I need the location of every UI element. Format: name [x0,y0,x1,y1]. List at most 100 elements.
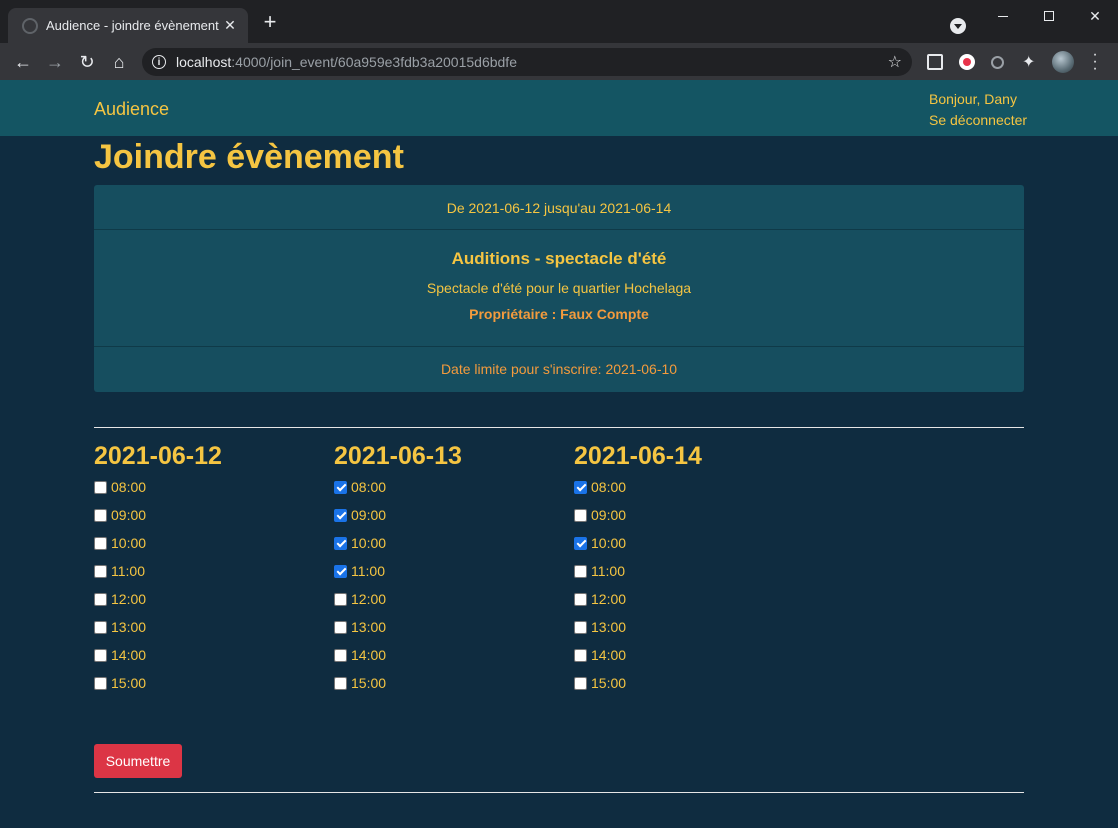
time-slot-label: 09:00 [351,507,387,523]
time-slot[interactable]: 14:00 [94,645,146,665]
time-slot-checkbox[interactable] [94,536,107,550]
time-slot[interactable]: 08:00 [94,477,146,497]
time-slot[interactable]: 13:00 [94,617,146,637]
time-slot[interactable]: 11:00 [334,561,385,581]
time-slot-checkbox-checked[interactable] [334,536,347,550]
time-slot[interactable]: 11:00 [94,561,145,581]
time-slot-checkbox[interactable] [94,648,107,662]
new-tab-button[interactable]: + [258,11,282,33]
time-slot[interactable]: 15:00 [94,673,146,693]
divider [94,427,1024,428]
time-slot[interactable]: 08:00 [574,477,626,497]
time-slot-checkbox-checked[interactable] [334,508,347,522]
event-card: De 2021-06-12 jusqu'au 2021-06-14 Auditi… [94,185,1024,392]
time-slot-checkbox-checked[interactable] [334,564,347,578]
submit-button[interactable]: Soumettre [94,744,182,778]
browser-tab[interactable]: Audience - joindre évènement ✕ [8,8,248,43]
logout-link[interactable]: Se déconnecter [929,110,1027,131]
time-slot[interactable]: 14:00 [574,645,626,665]
time-slot[interactable]: 12:00 [574,589,626,609]
time-slot-label: 10:00 [351,535,387,551]
time-slot-checkbox-checked[interactable] [574,536,587,550]
browser-menu-icon[interactable]: · · · [1090,47,1100,77]
time-slot-checkbox[interactable] [574,620,587,634]
time-slot-checkbox[interactable] [334,592,347,606]
time-slot-checkbox[interactable] [574,676,587,690]
record-extension-icon[interactable] [959,54,975,70]
time-slot-checkbox[interactable] [94,592,107,606]
time-slot[interactable]: 10:00 [334,533,386,553]
event-card-body: Auditions - spectacle d'été Spectacle d'… [94,230,1024,347]
time-slot-checkbox[interactable] [94,508,107,522]
back-arrow-icon[interactable]: ← [10,49,36,75]
site-navbar: Audience Bonjour, Dany Se déconnecter [0,80,1118,136]
cast-extension-icon[interactable] [927,54,943,70]
time-slot-checkbox-checked[interactable] [334,480,347,494]
circle-extension-icon[interactable] [991,56,1004,69]
time-slot-label: 08:00 [351,479,387,495]
maximize-button[interactable] [1026,0,1072,32]
user-nav: Bonjour, Dany Se déconnecter [929,89,1027,131]
time-slot-checkbox[interactable] [94,564,107,578]
time-slot-label: 13:00 [351,619,387,635]
time-slot[interactable]: 15:00 [574,673,626,693]
day-column: 2021-06-13 08:00 09:00 10:00 11:00 12:00 13:00… [334,442,574,691]
bookmark-star-icon[interactable]: ☆ [888,52,902,72]
url-path: :4000/join_event/60a959e3fdb3a20015d6bdf… [231,54,517,70]
time-slot-checkbox[interactable] [94,676,107,690]
time-slot[interactable]: 09:00 [94,505,146,525]
day-column: 2021-06-12 08:00 09:00 10:00 11:00 12:00 13:00… [94,442,334,691]
address-bar[interactable]: i localhost:4000/join_event/60a959e3fdb3… [142,48,912,76]
profile-avatar[interactable] [1052,51,1074,73]
time-slot-checkbox[interactable] [334,620,347,634]
time-slot-checkbox[interactable] [574,564,587,578]
time-slot[interactable]: 09:00 [334,505,386,525]
time-slot-checkbox[interactable] [94,620,107,634]
day-heading: 2021-06-13 [334,442,462,470]
event-title: Auditions - spectacle d'été [451,249,667,268]
site-info-icon[interactable]: i [152,55,166,69]
home-icon[interactable]: ⌂ [106,49,132,75]
close-tab-icon[interactable]: ✕ [222,17,238,34]
time-slot[interactable]: 12:00 [94,589,146,609]
time-slot[interactable]: 08:00 [334,477,386,497]
time-slot[interactable]: 11:00 [574,561,625,581]
time-slot[interactable]: 13:00 [334,617,386,637]
tab-search-icon[interactable] [950,18,966,34]
time-slot-label: 13:00 [591,619,627,635]
time-slot-label: 14:00 [351,647,387,663]
time-slot[interactable]: 10:00 [94,533,146,553]
browser-toolbar: ← → ↻ ⌂ i localhost:4000/join_event/60a9… [0,43,1118,80]
time-slot-checkbox[interactable] [334,648,347,662]
forward-arrow-icon[interactable]: → [42,49,68,75]
time-slot-label: 15:00 [591,675,627,691]
time-slot-checkbox[interactable] [334,676,347,690]
window-close-button[interactable]: ✕ [1072,0,1118,32]
time-slot[interactable]: 09:00 [574,505,626,525]
user-greeting: Bonjour, Dany [929,91,1017,107]
time-slot[interactable]: 12:00 [334,589,386,609]
minimize-button[interactable] [980,0,1026,32]
event-date-range: De 2021-06-12 jusqu'au 2021-06-14 [94,185,1024,230]
time-slot[interactable]: 10:00 [574,533,626,553]
time-slot[interactable]: 14:00 [334,645,386,665]
extensions-puzzle-icon[interactable]: ✦ [1022,52,1040,71]
time-slot-checkbox[interactable] [94,480,107,494]
time-slot-checkbox[interactable] [574,648,587,662]
time-slot-checkbox-checked[interactable] [574,480,587,494]
maximize-icon [1044,11,1054,21]
page-title: Joindre évènement [94,138,404,176]
time-slot-label: 11:00 [591,563,625,579]
time-slot-checkbox[interactable] [574,592,587,606]
time-slot-label: 12:00 [591,591,627,607]
reload-icon[interactable]: ↻ [74,49,100,75]
event-description: Spectacle d'été pour le quartier Hochela… [426,280,692,296]
time-slot-label: 15:00 [111,675,147,691]
brand-link[interactable]: Audience [94,99,169,120]
time-slot-label: 11:00 [111,563,145,579]
time-slot-checkbox[interactable] [574,508,587,522]
time-slot[interactable]: 15:00 [334,673,386,693]
time-slot-label: 14:00 [111,647,147,663]
time-slot[interactable]: 13:00 [574,617,626,637]
event-owner: Propriétaire : Faux Compte [469,306,649,322]
